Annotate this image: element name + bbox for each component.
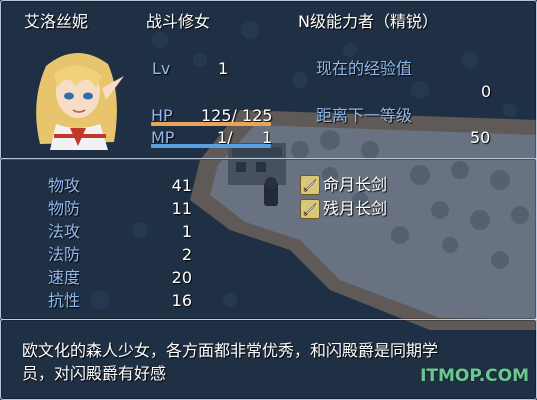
param-label-agi: 速度 xyxy=(48,268,81,287)
level-label: Lv xyxy=(152,59,171,78)
sword-icon xyxy=(300,199,320,219)
equip-name-2: 残月长剑 xyxy=(323,199,388,218)
param-label-res: 抗性 xyxy=(48,291,81,310)
exp-value: 0 xyxy=(481,82,492,101)
actor-class: 战斗修女 xyxy=(146,12,211,31)
next-level-label: 距离下一等级 xyxy=(316,106,413,125)
actor-name: 艾洛丝妮 xyxy=(24,12,89,31)
actor-portrait xyxy=(36,52,124,150)
param-label-mat: 法攻 xyxy=(48,222,81,241)
mp-gauge-fill xyxy=(151,144,271,148)
level-value: 1 xyxy=(218,59,229,78)
hp-gauge-fill xyxy=(151,122,271,126)
next-level-value: 50 xyxy=(470,128,491,147)
description-line-2: 员，对闪殿爵有好感 xyxy=(22,364,167,383)
parameters-window xyxy=(0,158,537,320)
param-value-mat: 1 xyxy=(181,222,192,241)
param-label-atk: 物攻 xyxy=(48,176,81,195)
actor-nickname: N级能力者（精锐） xyxy=(298,12,438,31)
param-value-res: 16 xyxy=(171,291,192,310)
equip-name-1: 命月长剑 xyxy=(323,175,388,194)
site-watermark: ITMOP.COM xyxy=(420,366,529,386)
param-label-def: 物防 xyxy=(48,199,81,218)
exp-label: 现在的经验值 xyxy=(316,59,413,78)
description-line-1: 欧文化的森人少女，各方面都非常优秀，和闪殿爵是同期学 xyxy=(22,341,439,360)
sword-icon xyxy=(300,175,320,195)
param-value-mdf: 2 xyxy=(181,245,192,264)
param-value-agi: 20 xyxy=(171,268,192,287)
param-value-atk: 41 xyxy=(171,176,192,195)
param-value-def: 11 xyxy=(171,199,192,218)
param-label-mdf: 法防 xyxy=(48,245,81,264)
